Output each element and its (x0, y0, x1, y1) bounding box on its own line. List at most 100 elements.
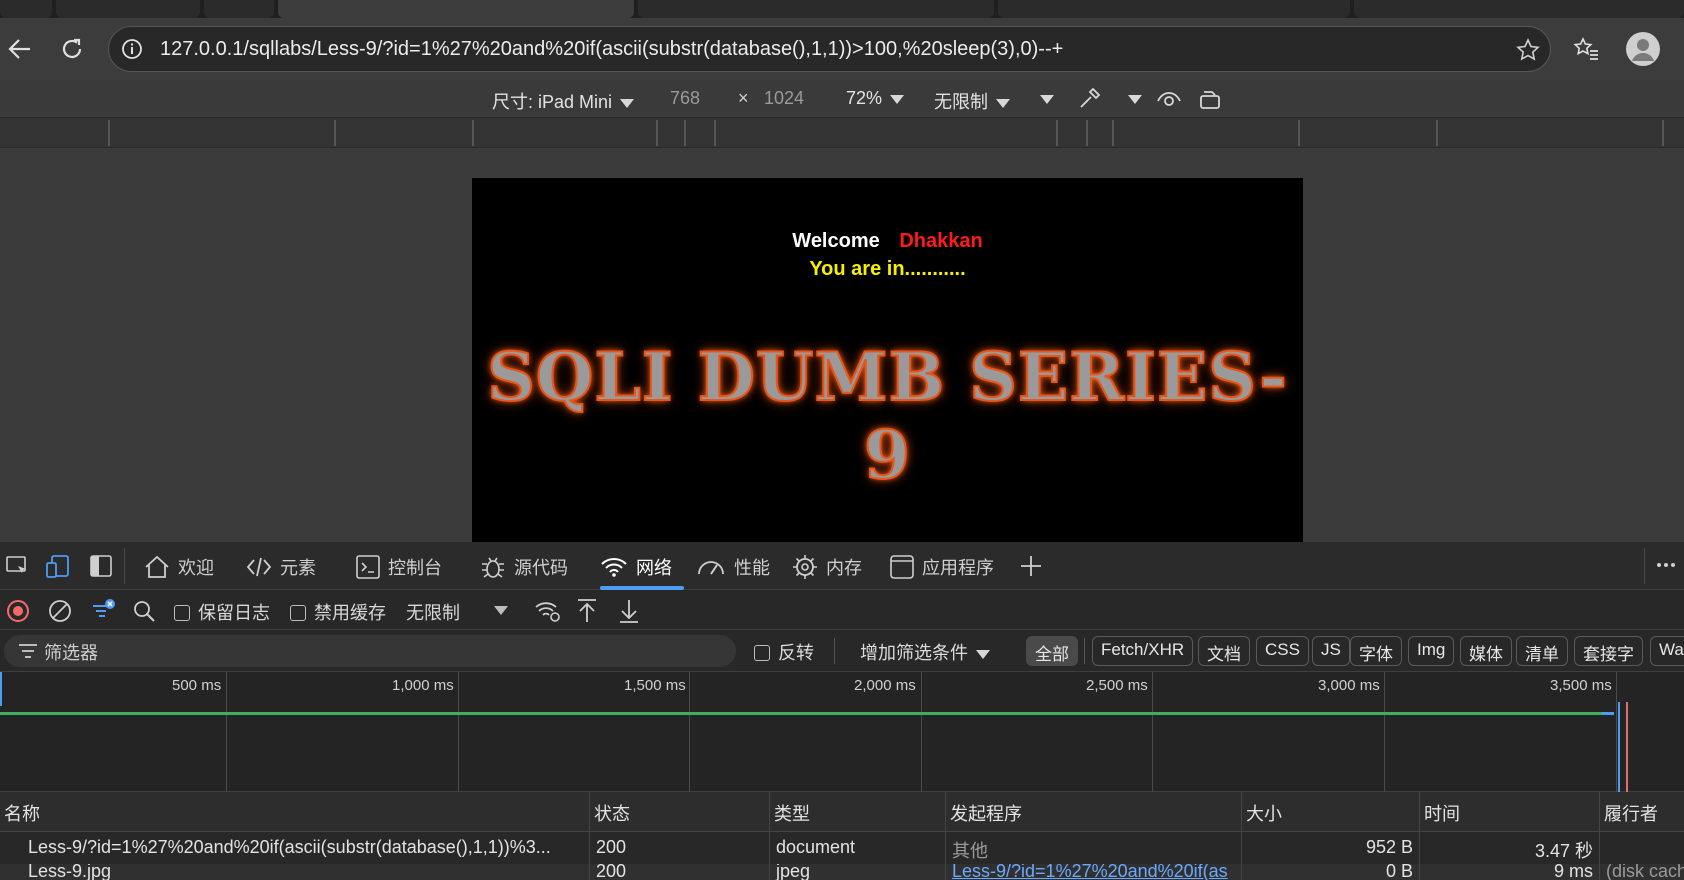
browser-tab[interactable] (0, 0, 52, 18)
inspect-element-icon[interactable] (6, 556, 30, 578)
export-har-icon[interactable] (618, 598, 640, 624)
dock-side-icon[interactable] (90, 555, 112, 577)
record-stop-icon[interactable] (6, 599, 30, 623)
filter-input[interactable]: 筛选器 (4, 635, 736, 667)
network-throttle-select[interactable]: 无限制 (406, 599, 460, 625)
checkbox-box[interactable] (290, 605, 306, 621)
filter-chip-wasm[interactable]: Wa (1650, 636, 1684, 666)
filter-chip-font[interactable]: 字体 (1350, 636, 1402, 666)
ruler-mark[interactable] (1086, 120, 1088, 146)
url-text[interactable]: 127.0.0.1/sqllabs/Less-9/?id=1%27%20and%… (160, 38, 1063, 61)
eyedropper-icon[interactable] (1076, 86, 1102, 112)
column-header-status[interactable]: 状态 (590, 792, 770, 832)
network-overview-timeline[interactable]: 500 ms 1,000 ms 1,500 ms 2,000 ms 2,500 … (0, 672, 1684, 792)
column-header-time[interactable]: 时间 (1420, 792, 1600, 832)
filter-chip-css[interactable]: CSS (1256, 636, 1309, 666)
ruler-mark[interactable] (1298, 120, 1300, 146)
favorites-button[interactable] (1568, 31, 1604, 67)
site-info-icon[interactable] (121, 38, 143, 60)
ruler-mark[interactable] (334, 120, 336, 146)
zoom-select[interactable]: 72% (846, 88, 905, 109)
disable-cache-checkbox[interactable]: 禁用缓存 (290, 599, 386, 625)
device-toolbar-icon[interactable] (46, 555, 72, 579)
search-icon[interactable] (132, 599, 156, 623)
import-har-icon[interactable] (576, 598, 598, 624)
browser-tab-active[interactable] (278, 0, 634, 18)
ruler-mark[interactable] (472, 120, 474, 146)
tab-elements[interactable]: 元素 (246, 554, 316, 580)
column-header-fulfilled-by[interactable]: 履行者 (1600, 792, 1684, 832)
ruler-mark[interactable] (1662, 120, 1664, 146)
throttle-select[interactable]: 无限制 (934, 88, 1010, 114)
tab-console[interactable]: 控制台 (356, 554, 442, 580)
column-header-type[interactable]: 类型 (770, 792, 946, 832)
tab-application[interactable]: 应用程序 (890, 554, 994, 580)
console-icon (356, 555, 380, 579)
table-row[interactable]: Less-9/?id=1%27%20and%20if(ascii(substr(… (0, 832, 1684, 864)
checkbox-box[interactable] (174, 605, 190, 621)
tab-welcome[interactable]: 欢迎 (144, 554, 214, 580)
cell-name[interactable]: Less-9.jpg (0, 864, 590, 880)
tab-sources[interactable]: 源代码 (480, 554, 568, 580)
favorite-star-icon[interactable] (1515, 37, 1541, 63)
device-height-input[interactable]: 1024 (764, 88, 804, 109)
filter-chip-js[interactable]: JS (1312, 636, 1350, 666)
profile-button[interactable] (1622, 28, 1664, 70)
filter-chip-img[interactable]: Img (1408, 636, 1455, 666)
eye-icon[interactable] (1156, 87, 1182, 111)
filter-chip-all[interactable]: 全部 (1026, 636, 1078, 666)
timeline-label: 3,000 ms (1318, 677, 1380, 694)
address-bar[interactable]: 127.0.0.1/sqllabs/Less-9/?id=1%27%20and%… (108, 26, 1551, 72)
more-options-dropdown[interactable] (1040, 88, 1054, 109)
add-tab-icon[interactable] (1020, 555, 1042, 577)
dom-content-loaded-marker (1618, 702, 1620, 792)
column-header-initiator[interactable]: 发起程序 (946, 792, 1242, 832)
ruler-mark[interactable] (1112, 120, 1114, 146)
filter-chip-manifest[interactable]: 清单 (1516, 636, 1568, 666)
back-button[interactable] (2, 31, 38, 67)
ruler-mark[interactable] (684, 120, 686, 146)
status-message: You are in........... (809, 258, 966, 280)
timeline-label: 2,500 ms (1086, 677, 1148, 694)
dimension-times-label: × (738, 88, 749, 108)
reload-button[interactable] (54, 31, 90, 67)
column-header-name[interactable]: 名称 (0, 792, 590, 832)
invert-checkbox[interactable]: 反转 (754, 639, 814, 665)
browser-tab[interactable] (638, 0, 994, 18)
timeline-gridline (1384, 672, 1385, 792)
clear-icon[interactable] (48, 599, 72, 623)
cell-name[interactable]: Less-9/?id=1%27%20and%20if(ascii(substr(… (0, 832, 590, 864)
ruler-mark[interactable] (108, 120, 110, 146)
timeline-gridline (226, 672, 227, 792)
network-conditions-icon[interactable] (534, 599, 562, 623)
filter-chip-media[interactable]: 媒体 (1460, 636, 1512, 666)
filter-chip-websocket[interactable]: 套接字 (1574, 636, 1643, 666)
cell-initiator-link[interactable]: Less-9/?id=1%27%20and%20if(as (946, 864, 1242, 880)
browser-tab[interactable] (1354, 0, 1684, 18)
device-select[interactable]: 尺寸: iPad Mini (492, 88, 635, 114)
browser-tab[interactable] (56, 0, 200, 18)
filter-chip-fetch-xhr[interactable]: Fetch/XHR (1092, 636, 1194, 666)
table-row[interactable]: Less-9.jpg 200 jpeg Less-9/?id=1%27%20an… (0, 864, 1684, 880)
filter-chip-doc[interactable]: 文档 (1198, 636, 1250, 666)
tab-performance[interactable]: 性能 (696, 554, 770, 580)
browser-tab[interactable] (204, 0, 274, 18)
column-header-size[interactable]: 大小 (1242, 792, 1420, 832)
checkbox-box[interactable] (754, 645, 770, 661)
more-filters-dropdown[interactable]: 增加筛选条件 (860, 639, 990, 665)
browser-tab[interactable] (998, 0, 1350, 18)
vision-dropdown[interactable] (1128, 88, 1142, 109)
ruler-mark[interactable] (656, 120, 658, 146)
ruler-mark[interactable] (1056, 120, 1058, 146)
tab-network[interactable]: 网络 (600, 554, 672, 580)
device-width-input[interactable]: 768 (670, 88, 700, 109)
chevron-down-icon (494, 605, 508, 615)
throttle-dropdown[interactable] (494, 599, 508, 620)
ruler-mark[interactable] (714, 120, 716, 146)
preserve-log-checkbox[interactable]: 保留日志 (174, 599, 270, 625)
filter-clear-icon[interactable] (90, 596, 118, 624)
ruler-mark[interactable] (1436, 120, 1438, 146)
tab-memory[interactable]: 内存 (792, 554, 862, 580)
more-menu-icon[interactable] (1656, 562, 1676, 568)
rotate-device-icon[interactable] (1198, 86, 1224, 112)
